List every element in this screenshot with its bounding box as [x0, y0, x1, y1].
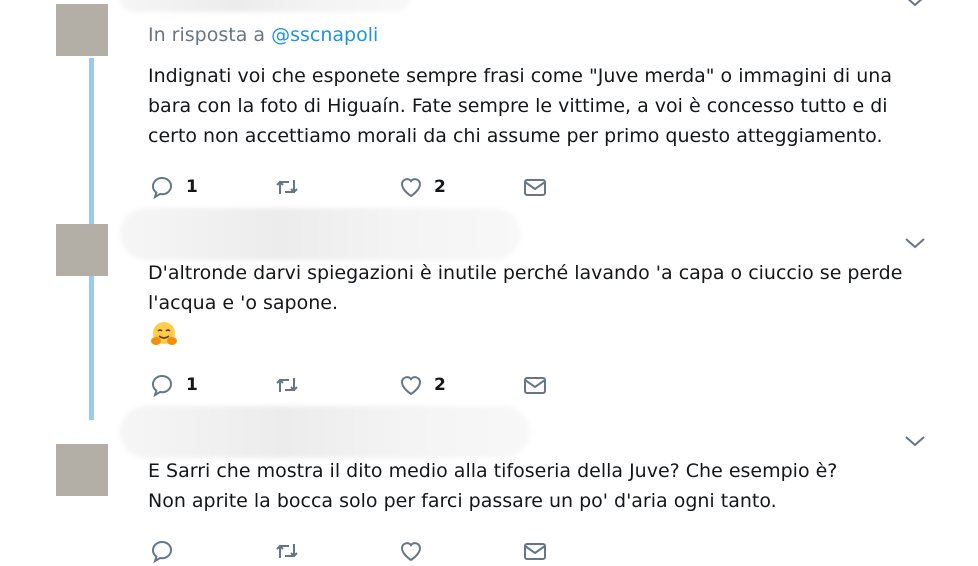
reply-button[interactable]	[150, 536, 176, 566]
retweet-icon	[276, 544, 298, 558]
envelope-icon	[524, 377, 546, 394]
chevron-down-icon[interactable]	[903, 434, 927, 448]
envelope-icon	[524, 543, 546, 560]
avatar[interactable]	[56, 444, 108, 496]
dm-button[interactable]	[522, 172, 548, 202]
like-count: 2	[434, 375, 446, 395]
dm-button[interactable]	[522, 370, 548, 400]
hugging-face-emoji	[151, 322, 177, 345]
reply-button[interactable]: 1	[150, 370, 198, 400]
tweet-text: E Sarri che mostra il dito medio alla ti…	[148, 460, 838, 512]
retweet-button[interactable]	[274, 370, 300, 400]
blurred-username	[120, 0, 410, 12]
retweet-icon	[276, 378, 298, 392]
heart-icon	[400, 376, 422, 396]
reply-icon	[151, 540, 173, 564]
avatar[interactable]	[56, 4, 108, 56]
retweet-button[interactable]	[274, 172, 300, 202]
reply-to-line: In risposta a @sscnapoli	[148, 24, 378, 46]
reply-to-prefix: In risposta a	[148, 24, 266, 46]
avatar[interactable]	[56, 224, 108, 276]
reply-button[interactable]: 1	[150, 172, 198, 202]
reply-count: 1	[186, 375, 198, 395]
chevron-down-icon[interactable]	[903, 236, 927, 250]
reply-icon	[151, 374, 173, 398]
like-count: 2	[434, 177, 446, 197]
reply-to-handle[interactable]: @sscnapoli	[271, 24, 378, 46]
like-button[interactable]	[398, 536, 424, 566]
tweet-text: D'altronde darvi spiegazioni è inutile p…	[148, 262, 903, 314]
blurred-username	[120, 208, 520, 260]
retweet-button[interactable]	[274, 536, 300, 566]
heart-icon	[400, 542, 422, 562]
blurred-username	[120, 406, 530, 458]
reply-count: 1	[186, 177, 198, 197]
chevron-down-icon[interactable]	[903, 0, 927, 8]
heart-icon	[400, 178, 422, 198]
envelope-icon	[524, 179, 546, 196]
dm-button[interactable]	[522, 536, 548, 566]
reply-icon	[151, 176, 173, 200]
tweet-text: Indignati voi che esponete sempre frasi …	[148, 65, 892, 147]
retweet-icon	[276, 180, 298, 194]
like-button[interactable]: 2	[398, 370, 446, 400]
like-button[interactable]: 2	[398, 172, 446, 202]
